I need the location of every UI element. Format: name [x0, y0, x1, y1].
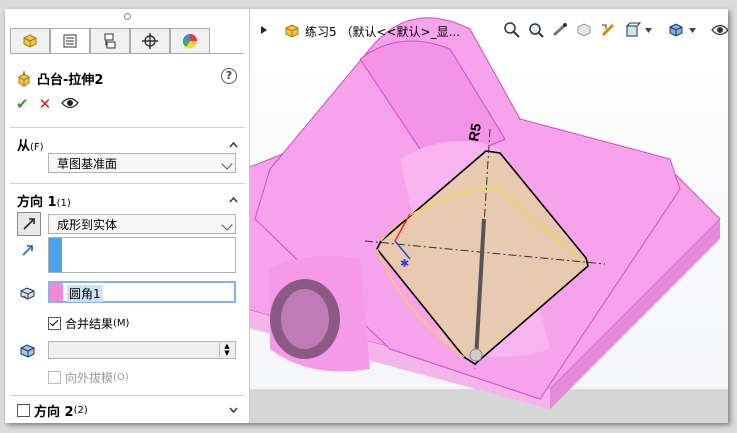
tab-dimxpert-manager[interactable]: [130, 28, 170, 53]
face-selection-icon: [17, 282, 39, 304]
tabs-divider: [10, 53, 244, 54]
direction2-header-text: 方向 2: [34, 405, 74, 420]
preview-eye-icon[interactable]: [61, 95, 80, 113]
direction1-section-header[interactable]: 方向 1(1): [17, 191, 71, 210]
view-orientation-icon[interactable]: [621, 20, 643, 40]
confirm-actions: ✔ ✕: [16, 95, 80, 113]
end-condition-select[interactable]: 成形到实体: [48, 214, 236, 234]
part-breadcrumb[interactable]: 练习5 （默认<<默认>_显...: [283, 22, 460, 40]
triad-blue-marker: ✱: [400, 257, 409, 270]
heads-up-toolbar: 练习5 （默认<<默认>_显...: [257, 17, 728, 43]
merge-result-checkbox[interactable]: 合并结果 (M): [48, 315, 129, 332]
dynamic-annotation-icon[interactable]: [597, 20, 619, 40]
manager-tabs: [10, 28, 210, 54]
from-section-header[interactable]: 从(F): [17, 135, 44, 154]
hole-inner: [281, 289, 329, 349]
divider: [10, 183, 245, 184]
property-manager-panel: 凸台-拉伸2 ? ✔ ✕ 从(F) 草图基准面 方向 1(1) 成形到实体 圆角…: [5, 9, 250, 423]
from-select-value: 草图基准面: [57, 157, 118, 171]
draft-outward-checkbox[interactable]: 向外拔模 (O): [48, 369, 129, 386]
model-view[interactable]: ✱ R5: [250, 9, 728, 423]
merge-shortcut: (M): [113, 318, 130, 329]
extrude-boss-icon: [18, 70, 30, 87]
from-header-text: 从: [17, 139, 31, 154]
collapse-from-chevron-icon[interactable]: [229, 140, 238, 149]
face-selection-listbox[interactable]: 圆角1: [48, 281, 236, 303]
crosshair-icon: [142, 33, 158, 49]
pink-color-tab: [50, 283, 63, 301]
draft-icon: [17, 339, 39, 361]
feature-tree-icon: [23, 34, 37, 48]
expand-direction2-chevron-icon[interactable]: [229, 405, 238, 414]
expand-tree-arrow-icon[interactable]: [261, 26, 267, 34]
draft-outward-shortcut: (O): [113, 372, 129, 383]
draft-angle-input[interactable]: ▲ ▼: [48, 341, 236, 359]
display-style-icon[interactable]: [665, 20, 687, 40]
from-header-shortcut: (F): [30, 142, 44, 153]
hide-show-items-icon[interactable]: [709, 20, 728, 40]
display-style-dropdown-icon[interactable]: [687, 20, 697, 40]
spin-buttons[interactable]: ▲ ▼: [219, 343, 234, 357]
chevron-down-icon: [221, 219, 233, 231]
blue-color-tab: [49, 238, 62, 272]
zoom-to-fit-icon[interactable]: [501, 20, 523, 40]
from-select[interactable]: 草图基准面: [48, 153, 236, 173]
zoom-to-area-icon[interactable]: [525, 20, 547, 40]
ok-check-icon[interactable]: ✔: [16, 95, 29, 113]
view-orientation-dropdown-icon[interactable]: [643, 20, 653, 40]
direction1-header-shortcut: (1): [56, 198, 71, 209]
reverse-direction-icon: [23, 218, 35, 230]
direction2-box: [17, 404, 30, 417]
direction2-checkbox[interactable]: 方向 2 (2): [17, 401, 88, 420]
tab-property-manager[interactable]: [50, 28, 90, 53]
reverse-direction-button[interactable]: [17, 212, 41, 236]
selected-face-item[interactable]: 圆角1: [67, 285, 103, 302]
draft-outward-label: 向外拔模: [65, 371, 114, 385]
direction1-header-text: 方向 1: [17, 195, 57, 210]
draft-outward-box: [48, 371, 61, 384]
floor-shadow: [250, 389, 728, 423]
panel-grip[interactable]: [5, 9, 249, 22]
grip-dot: [124, 13, 131, 20]
chevron-down-icon: [221, 158, 233, 170]
divider: [10, 127, 245, 128]
previous-view-icon[interactable]: [549, 20, 571, 40]
part-name-text: 练习5 （默认<<默认>_显...: [305, 24, 461, 39]
drag-handle[interactable]: [469, 348, 483, 362]
divider: [10, 395, 245, 396]
feature-title: 凸台-拉伸2: [15, 69, 103, 88]
solidworks-window: 凸台-拉伸2 ? ✔ ✕ 从(F) 草图基准面 方向 1(1) 成形到实体 圆角…: [5, 9, 728, 423]
help-button[interactable]: ?: [221, 68, 237, 84]
dimension-r5[interactable]: R5: [465, 122, 484, 143]
tab-configuration-manager[interactable]: [90, 28, 130, 53]
feature-title-text: 凸台-拉伸2: [37, 73, 104, 88]
section-view-icon[interactable]: [573, 20, 595, 40]
end-condition-value: 成形到实体: [57, 218, 118, 232]
appearance-pie-icon: [182, 34, 198, 49]
direction-vector-listbox[interactable]: [48, 237, 236, 273]
part-icon: [285, 24, 299, 38]
direction2-header-shortcut: (2): [73, 405, 88, 416]
direction-vector-icon: [17, 239, 39, 261]
property-list-icon: [63, 34, 77, 48]
configuration-icon: [104, 33, 116, 49]
collapse-direction1-chevron-icon[interactable]: [229, 195, 238, 204]
merge-checkbox-box: [48, 317, 61, 330]
tab-feature-manager[interactable]: [10, 28, 50, 53]
merge-result-label: 合并结果: [65, 317, 114, 331]
cancel-x-icon[interactable]: ✕: [39, 95, 52, 113]
graphics-area[interactable]: ✱ R5: [250, 9, 728, 423]
tab-display-manager[interactable]: [170, 28, 210, 53]
